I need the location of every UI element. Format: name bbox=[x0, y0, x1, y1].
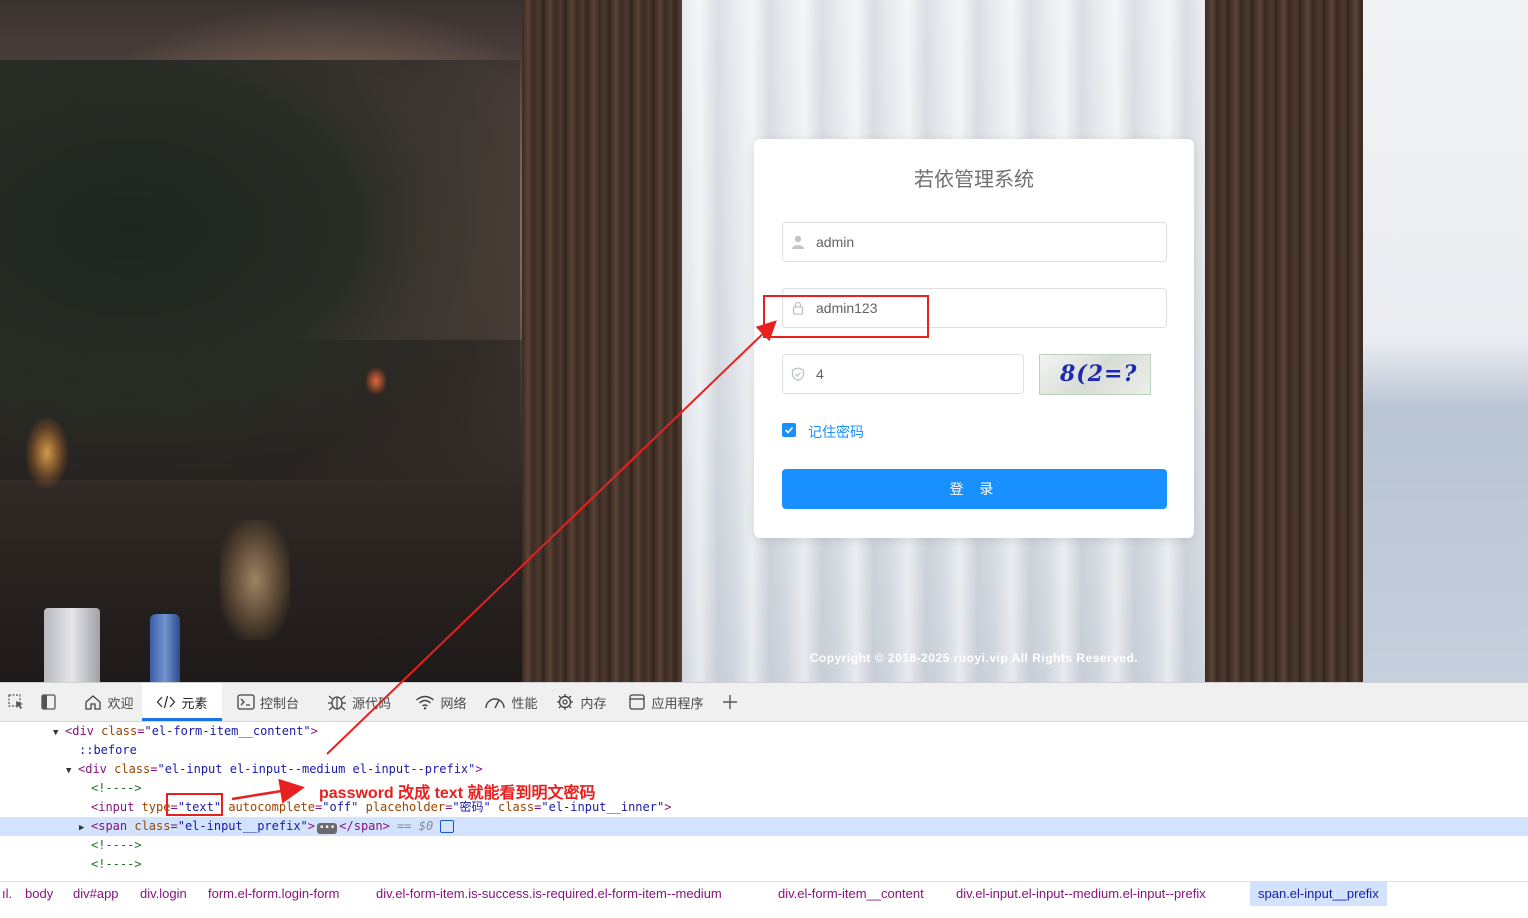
accessibility-icon[interactable] bbox=[440, 820, 455, 833]
login-title: 若依管理系统 bbox=[914, 169, 1034, 191]
captcha-code-field[interactable]: 4 bbox=[782, 354, 1024, 394]
code-icon bbox=[157, 695, 176, 709]
dom-line[interactable]: <!----> bbox=[0, 779, 1528, 798]
tab-label: 控制台 bbox=[259, 695, 299, 711]
inspect-element-icon[interactable] bbox=[8, 694, 26, 710]
dom-line[interactable]: <input type="text" autocomplete="off" pl… bbox=[0, 798, 1528, 817]
user-icon bbox=[791, 235, 805, 249]
tab-welcome[interactable]: 欢迎 bbox=[80, 683, 138, 721]
annotation-box-type bbox=[166, 793, 223, 816]
cup bbox=[44, 608, 100, 682]
tab-performance[interactable]: 性能 bbox=[482, 683, 540, 721]
dom-line[interactable]: ::before bbox=[0, 741, 1528, 760]
captcha-image[interactable]: 8(2=? bbox=[1039, 354, 1151, 395]
checkbox-checked-icon bbox=[782, 423, 796, 437]
dom-line[interactable]: <!----> bbox=[0, 836, 1528, 855]
breadcrumb-item-active[interactable]: span.el-input__prefix bbox=[1250, 882, 1387, 906]
dom-line[interactable]: ▼ <div class="el-input el-input--medium e… bbox=[0, 760, 1528, 779]
bokeh-light bbox=[366, 368, 386, 394]
dom-line[interactable]: <!----> bbox=[0, 855, 1528, 874]
shield-icon bbox=[791, 367, 805, 382]
bottle bbox=[150, 614, 180, 682]
trees-silhouette bbox=[0, 60, 520, 480]
breadcrumb-item[interactable]: div.el-form-item.is-success.is-required.… bbox=[374, 882, 724, 906]
add-tab-plus-icon[interactable] bbox=[721, 694, 739, 710]
tab-label: 欢迎 bbox=[107, 695, 134, 711]
tab-label: 网络 bbox=[440, 695, 467, 711]
login-form: 若依管理系统 admin admin123 4 8(2=? 记住密码 登 录 bbox=[754, 139, 1194, 538]
home-icon bbox=[85, 695, 102, 710]
tab-label: 性能 bbox=[511, 695, 538, 711]
breadcrumb-item[interactable]: div.el-form-item__content bbox=[776, 882, 926, 906]
breadcrumb-item[interactable]: form.el-form.login-form bbox=[206, 882, 341, 906]
breadcrumb-item[interactable]: body bbox=[23, 882, 55, 906]
tab-console[interactable]: 控制台 bbox=[232, 683, 304, 721]
window-light bbox=[1363, 0, 1528, 682]
tab-application[interactable]: 应用程序 bbox=[624, 683, 708, 721]
devtools-tabbar: 欢迎 元素 控制台 源代码 网络 性能 内存 应用程序 bbox=[0, 683, 1528, 722]
dom-breadcrumb: ıl. body div#app div.login form.el-form.… bbox=[0, 881, 1528, 906]
tab-sources[interactable]: 源代码 bbox=[322, 683, 396, 721]
captcha-code-value: 4 bbox=[816, 366, 824, 382]
wooden-post bbox=[1205, 0, 1363, 682]
devtools-panel: 欢迎 元素 控制台 源代码 网络 性能 内存 应用程序 ▼ <div class… bbox=[0, 682, 1528, 918]
copyright-text: Copyright © 2018-2025 ruoyi.vip All Righ… bbox=[809, 651, 1139, 665]
username-field[interactable]: admin bbox=[782, 222, 1167, 262]
device-emulation-icon[interactable] bbox=[40, 694, 58, 710]
tab-label: 源代码 bbox=[351, 695, 391, 711]
tab-memory[interactable]: 内存 bbox=[552, 683, 610, 721]
breadcrumb-item[interactable]: div.login bbox=[138, 882, 189, 906]
memory-icon bbox=[557, 694, 574, 710]
breadcrumb-item[interactable]: ıl. bbox=[0, 882, 14, 906]
bug-icon bbox=[327, 695, 346, 711]
tab-network[interactable]: 网络 bbox=[412, 683, 470, 721]
wooden-post bbox=[522, 0, 682, 682]
console-icon bbox=[237, 694, 255, 710]
tab-elements[interactable]: 元素 bbox=[142, 683, 222, 721]
tab-label: 元素 bbox=[181, 695, 208, 711]
remember-password-label: 记住密码 bbox=[808, 424, 864, 440]
wifi-icon bbox=[416, 695, 435, 710]
bokeh-light bbox=[26, 418, 68, 488]
app-icon bbox=[629, 694, 646, 710]
tab-label: 内存 bbox=[580, 695, 607, 711]
chair bbox=[220, 520, 290, 640]
tab-label: 应用程序 bbox=[651, 695, 704, 711]
dom-line-selected[interactable]: ▶ <span class="el-input__prefix"> ••• </spa… bbox=[0, 817, 1528, 836]
username-value: admin bbox=[816, 234, 855, 250]
captcha-text: 8(2=? bbox=[1060, 361, 1138, 387]
annotation-box-password bbox=[763, 295, 929, 338]
login-button[interactable]: 登 录 bbox=[782, 469, 1167, 509]
breadcrumb-item[interactable]: div.el-input.el-input--medium.el-input--… bbox=[954, 882, 1208, 906]
gauge-icon bbox=[485, 698, 506, 709]
breadcrumb-item[interactable]: div#app bbox=[71, 882, 121, 906]
dom-line[interactable]: ▼ <div class="el-form-item__content"> bbox=[0, 722, 1528, 741]
ellipsis-icon[interactable]: ••• bbox=[317, 823, 338, 834]
annotation-text: password 改成 text 就能看到明文密码 bbox=[319, 785, 596, 802]
